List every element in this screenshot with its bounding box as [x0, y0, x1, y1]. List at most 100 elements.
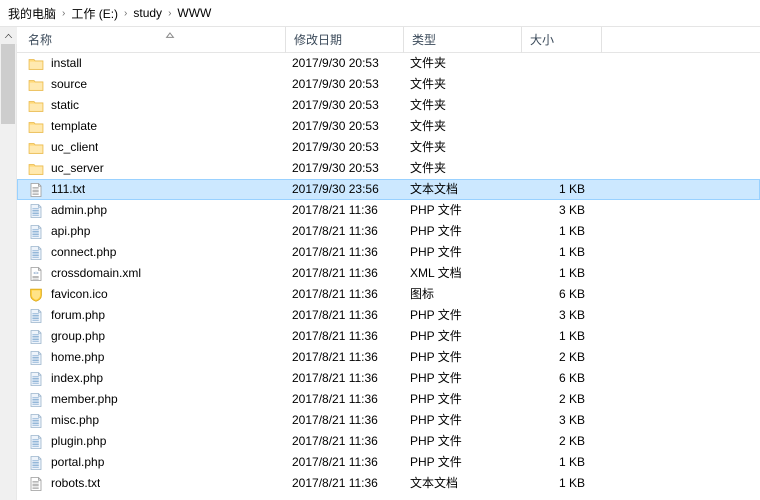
file-type-cell: PHP 文件: [410, 413, 462, 427]
table-row[interactable]: api.php 2017/8/21 11:36 PHP 文件 1 KB: [17, 221, 760, 242]
file-size-cell: [521, 138, 601, 157]
file-date-cell: 2017/8/21 11:36: [292, 245, 378, 259]
file-size-cell: [521, 75, 601, 94]
file-type-cell: PHP 文件: [410, 224, 462, 238]
file-name-cell[interactable]: 111.txt: [18, 180, 285, 199]
file-name-cell[interactable]: plugin.php: [18, 432, 285, 451]
table-row[interactable]: admin.php 2017/8/21 11:36 PHP 文件 3 KB: [17, 200, 760, 221]
file-date-cell: 2017/9/30 20:53: [292, 161, 379, 175]
file-type-cell: PHP 文件: [410, 455, 462, 469]
file-date-cell: 2017/8/21 11:36: [292, 413, 378, 427]
breadcrumb-item-3[interactable]: study: [129, 4, 166, 22]
folder-icon: [28, 121, 44, 133]
table-row[interactable]: install 2017/9/30 20:53 文件夹: [17, 53, 760, 74]
php-file-icon: [30, 329, 42, 344]
file-name-cell[interactable]: portal.php: [18, 453, 285, 472]
file-type-cell: 文件夹: [410, 119, 447, 133]
folder-icon: [28, 142, 44, 154]
text-file-icon: [30, 182, 42, 197]
file-name-label: admin.php: [51, 203, 108, 217]
file-type-cell: PHP 文件: [410, 245, 462, 259]
breadcrumb-item-1[interactable]: 我的电脑: [4, 3, 60, 24]
php-file-icon: [30, 371, 42, 386]
file-name-cell[interactable]: install: [18, 54, 285, 73]
column-header-spacer[interactable]: [601, 27, 691, 53]
column-header-type[interactable]: 类型: [403, 27, 521, 53]
file-name-cell[interactable]: static: [18, 96, 285, 115]
file-size-cell: 2 KB: [558, 350, 585, 364]
file-name-cell[interactable]: admin.php: [18, 201, 285, 220]
file-name-cell[interactable]: uc_client: [18, 138, 285, 157]
table-row[interactable]: member.php 2017/8/21 11:36 PHP 文件 2 KB: [17, 389, 760, 410]
folder-icon: [28, 79, 44, 91]
table-row[interactable]: source 2017/9/30 20:53 文件夹: [17, 74, 760, 95]
file-name-label: static: [51, 98, 80, 112]
table-row[interactable]: connect.php 2017/8/21 11:36 PHP 文件 1 KB: [17, 242, 760, 263]
file-date-cell: 2017/8/21 11:36: [292, 287, 378, 301]
text-file-icon: [30, 476, 42, 491]
scroll-up-arrow-icon[interactable]: [0, 27, 17, 44]
file-name-cell[interactable]: connect.php: [18, 243, 285, 262]
file-name-label: 111.txt: [51, 182, 86, 196]
file-size-cell: [521, 54, 601, 73]
file-size-cell: 1 KB: [558, 476, 585, 490]
file-name-cell[interactable]: <> crossdomain.xml: [18, 264, 285, 283]
breadcrumb-item-4[interactable]: WWW: [173, 4, 215, 22]
file-name-label: plugin.php: [51, 434, 107, 448]
file-type-cell: PHP 文件: [410, 434, 462, 448]
file-name-label: index.php: [51, 371, 104, 385]
file-name-cell[interactable]: api.php: [18, 222, 285, 241]
breadcrumb[interactable]: 我的电脑 › 工作 (E:) › study › WWW: [0, 0, 760, 27]
file-name-label: api.php: [51, 224, 91, 238]
folder-icon: [28, 58, 44, 70]
file-size-cell: 1 KB: [558, 266, 585, 280]
folder-icon: [28, 100, 44, 112]
file-name-cell[interactable]: member.php: [18, 390, 285, 409]
breadcrumb-item-2[interactable]: 工作 (E:): [67, 3, 122, 24]
file-name-label: member.php: [51, 392, 118, 406]
file-name-cell[interactable]: home.php: [18, 348, 285, 367]
table-row[interactable]: home.php 2017/8/21 11:36 PHP 文件 2 KB: [17, 347, 760, 368]
file-name-cell[interactable]: favicon.ico: [18, 285, 285, 304]
php-file-icon: [30, 434, 42, 449]
file-name-cell[interactable]: template: [18, 117, 285, 136]
table-row[interactable]: static 2017/9/30 20:53 文件夹: [17, 95, 760, 116]
file-date-cell: 2017/8/21 11:36: [292, 266, 378, 280]
table-row[interactable]: uc_client 2017/9/30 20:53 文件夹: [17, 137, 760, 158]
table-row[interactable]: template 2017/9/30 20:53 文件夹: [17, 116, 760, 137]
table-row[interactable]: <> crossdomain.xml 2017/8/21 11:36 XML 文档 1 …: [17, 263, 760, 284]
file-type-cell: PHP 文件: [410, 329, 462, 343]
file-name-label: template: [51, 119, 98, 133]
file-size-cell: 2 KB: [558, 434, 585, 448]
file-size-cell: 1 KB: [558, 329, 585, 343]
file-list: install 2017/9/30 20:53 文件夹 source 2017/9/30…: [17, 53, 760, 494]
file-date-cell: 2017/9/30 20:53: [292, 140, 379, 154]
table-row[interactable]: misc.php 2017/8/21 11:36 PHP 文件 3 KB: [17, 410, 760, 431]
table-row[interactable]: index.php 2017/8/21 11:36 PHP 文件 6 KB: [17, 368, 760, 389]
file-name-cell[interactable]: misc.php: [18, 411, 285, 430]
table-row[interactable]: group.php 2017/8/21 11:36 PHP 文件 1 KB: [17, 326, 760, 347]
table-row[interactable]: favicon.ico 2017/8/21 11:36 图标 6 KB: [17, 284, 760, 305]
table-row[interactable]: portal.php 2017/8/21 11:36 PHP 文件 1 KB: [17, 452, 760, 473]
table-row[interactable]: plugin.php 2017/8/21 11:36 PHP 文件 2 KB: [17, 431, 760, 452]
file-name-cell[interactable]: source: [18, 75, 285, 94]
file-name-cell[interactable]: group.php: [18, 327, 285, 346]
file-name-cell[interactable]: uc_server: [18, 159, 285, 178]
scrollbar-thumb[interactable]: [1, 44, 15, 124]
file-type-cell: 文本文档: [410, 476, 459, 490]
column-header-name[interactable]: 名称: [17, 27, 285, 53]
file-date-cell: 2017/9/30 20:53: [292, 77, 379, 91]
file-type-cell: PHP 文件: [410, 371, 462, 385]
file-type-cell: 图标: [410, 287, 435, 301]
table-row[interactable]: uc_server 2017/9/30 20:53 文件夹: [17, 158, 760, 179]
column-header-size[interactable]: 大小: [521, 27, 601, 53]
vertical-scrollbar[interactable]: [0, 27, 17, 500]
table-row[interactable]: robots.txt 2017/8/21 11:36 文本文档 1 KB: [17, 473, 760, 494]
table-row[interactable]: 111.txt 2017/9/30 23:56 文本文档 1 KB: [17, 179, 760, 200]
file-name-cell[interactable]: robots.txt: [18, 474, 285, 493]
table-row[interactable]: forum.php 2017/8/21 11:36 PHP 文件 3 KB: [17, 305, 760, 326]
file-name-cell[interactable]: index.php: [18, 369, 285, 388]
column-header-date[interactable]: 修改日期: [285, 27, 403, 53]
file-name-cell[interactable]: forum.php: [18, 306, 285, 325]
php-file-icon: [30, 413, 42, 428]
